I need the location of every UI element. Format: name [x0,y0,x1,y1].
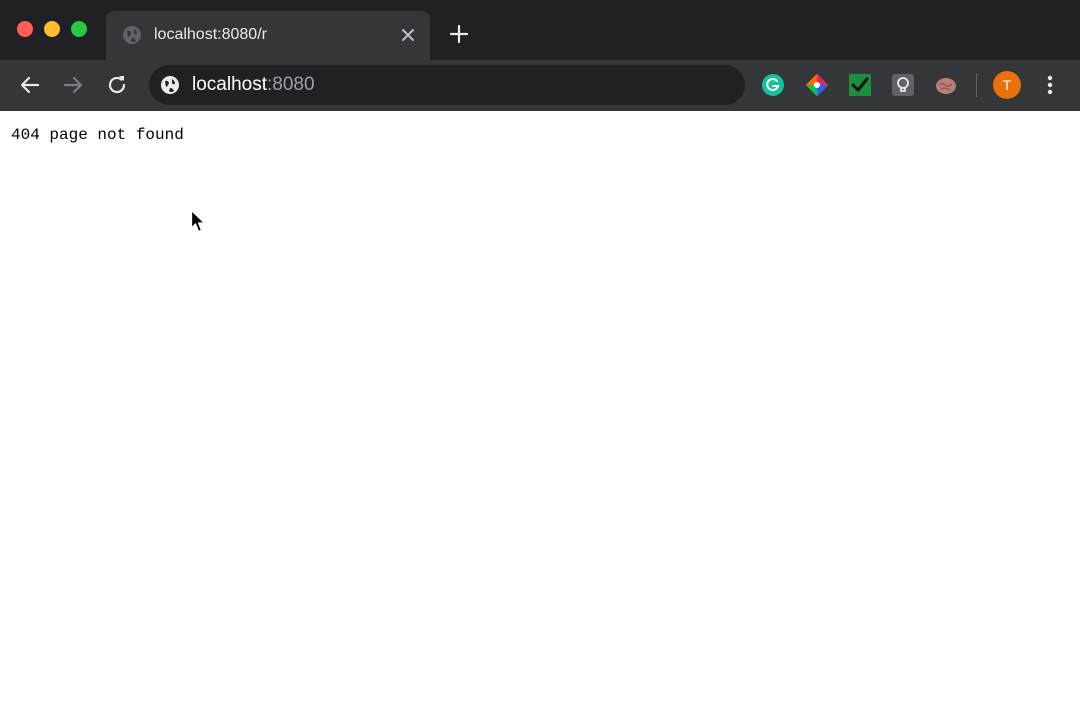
tab-active[interactable]: localhost:8080/r [106,11,430,60]
more-vert-icon[interactable] [1040,73,1060,97]
back-arrow-icon[interactable] [18,73,42,97]
address-port: :8080 [267,74,315,95]
forward-arrow-icon[interactable] [61,73,85,97]
brain-extension-icon[interactable] [933,72,959,98]
window-maximize-button[interactable] [71,21,87,37]
mouse-pointer-icon [190,209,206,233]
profile-avatar[interactable]: T [993,71,1021,99]
address-bar[interactable]: localhost:8080 [149,65,745,105]
tab-title: localhost:8080/r [154,26,267,43]
lightbulb-extension-icon[interactable] [890,72,916,98]
page-content: 404 page not found [0,111,1080,720]
browser-window: localhost:8080/r localhost:8080 T 404 pa… [0,0,1080,720]
error-message: 404 page not found [11,126,184,144]
address-text: localhost:8080 [192,74,315,96]
window-close-button[interactable] [17,21,33,37]
reload-icon[interactable] [105,73,129,97]
globe-icon[interactable] [160,75,180,95]
tab-strip: localhost:8080/r [0,0,1080,60]
new-tab-button[interactable] [449,24,469,44]
window-minimize-button[interactable] [44,21,60,37]
grammarly-extension-icon[interactable] [760,72,786,98]
address-host: localhost [192,74,267,95]
color-wheel-extension-icon[interactable] [804,72,830,98]
globe-icon [123,26,141,44]
tab-close-icon[interactable] [400,27,416,43]
checkmark-extension-icon[interactable] [847,72,873,98]
toolbar-divider [976,73,977,97]
browser-toolbar: localhost:8080 T [0,60,1080,111]
